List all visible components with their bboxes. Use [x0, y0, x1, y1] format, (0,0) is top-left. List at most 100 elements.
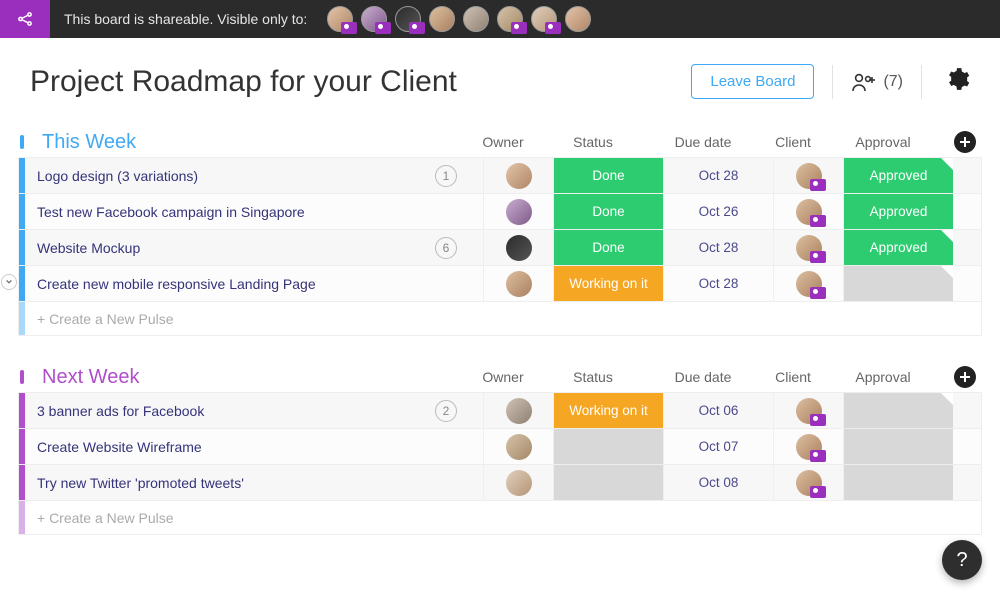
table-row[interactable]: Create new mobile responsive Landing Pag…	[19, 265, 981, 301]
approval-cell[interactable]: Approved	[843, 194, 953, 229]
new-pulse-row[interactable]: + Create a New Pulse	[19, 500, 981, 534]
task-name[interactable]: Website Mockup6	[25, 230, 483, 265]
new-pulse-row[interactable]: + Create a New Pulse	[19, 301, 981, 335]
status-cell[interactable]: Done	[553, 230, 663, 265]
table-row[interactable]: Website Mockup6 DoneOct 28 Approved	[19, 229, 981, 265]
owner-cell[interactable]	[483, 158, 553, 193]
owner-cell[interactable]	[483, 429, 553, 464]
leave-board-button[interactable]: Leave Board	[691, 64, 814, 99]
share-avatar[interactable]	[361, 6, 387, 32]
due-date-cell[interactable]: Oct 28	[663, 158, 773, 193]
help-button[interactable]: ?	[942, 540, 982, 580]
column-header-owner[interactable]: Owner	[468, 369, 538, 385]
share-avatar[interactable]	[565, 6, 591, 32]
due-date-cell[interactable]: Oct 26	[663, 194, 773, 229]
owner-cell[interactable]	[483, 465, 553, 500]
column-header-due[interactable]: Due date	[648, 369, 758, 385]
owner-cell[interactable]	[483, 194, 553, 229]
new-pulse-input[interactable]: + Create a New Pulse	[25, 302, 981, 335]
column-header-status[interactable]: Status	[538, 134, 648, 150]
client-avatar	[796, 235, 822, 261]
client-cell[interactable]	[773, 266, 843, 301]
due-date-cell[interactable]: Oct 06	[663, 393, 773, 428]
status-cell[interactable]	[553, 429, 663, 464]
column-header-approval[interactable]: Approval	[828, 134, 938, 150]
column-header-owner[interactable]: Owner	[468, 134, 538, 150]
column-header-due[interactable]: Due date	[648, 134, 758, 150]
settings-button[interactable]	[944, 66, 970, 97]
status-cell[interactable]: Working on it	[553, 393, 663, 428]
status-cell[interactable]: Done	[553, 194, 663, 229]
group: This WeekOwnerStatusDue dateClientApprov…	[18, 127, 982, 336]
approval-cell[interactable]	[843, 393, 953, 428]
due-date-cell[interactable]: Oct 28	[663, 230, 773, 265]
group-drag-handle[interactable]	[20, 135, 24, 149]
column-headers: OwnerStatusDue dateClientApproval	[468, 131, 982, 153]
column-header-approval[interactable]: Approval	[828, 369, 938, 385]
task-name[interactable]: Test new Facebook campaign in Singapore	[25, 194, 483, 229]
task-name[interactable]: Logo design (3 variations)1	[25, 158, 483, 193]
approval-cell[interactable]: Approved	[843, 158, 953, 193]
approval-cell[interactable]	[843, 465, 953, 500]
approval-cell[interactable]	[843, 266, 953, 301]
column-header-client[interactable]: Client	[758, 369, 828, 385]
add-column-button[interactable]	[954, 131, 976, 153]
owner-avatar	[506, 398, 532, 424]
invite-members-button[interactable]: (7)	[851, 71, 903, 93]
client-cell[interactable]	[773, 393, 843, 428]
approval-cell[interactable]	[843, 429, 953, 464]
table-row[interactable]: Create Website Wireframe Oct 07	[19, 428, 981, 464]
owner-cell[interactable]	[483, 393, 553, 428]
share-icon[interactable]	[0, 0, 50, 38]
share-avatar[interactable]	[497, 6, 523, 32]
task-name[interactable]: Try new Twitter 'promoted tweets'	[25, 465, 483, 500]
add-column-button[interactable]	[954, 366, 976, 388]
share-avatar[interactable]	[429, 6, 455, 32]
owner-avatar	[506, 470, 532, 496]
table-row[interactable]: 3 banner ads for Facebook2 Working on itO…	[19, 392, 981, 428]
task-name[interactable]: Create Website Wireframe	[25, 429, 483, 464]
group-title[interactable]: This Week	[42, 131, 136, 154]
collapse-toggle[interactable]	[1, 274, 17, 290]
column-header-client[interactable]: Client	[758, 134, 828, 150]
client-cell[interactable]	[773, 194, 843, 229]
group-rows: 3 banner ads for Facebook2Working on itO…	[18, 392, 982, 535]
client-avatar	[796, 398, 822, 424]
status-cell[interactable]: Done	[553, 158, 663, 193]
share-avatar[interactable]	[327, 6, 353, 32]
row-color-stripe	[19, 302, 25, 335]
owner-cell[interactable]	[483, 266, 553, 301]
table-row[interactable]: Logo design (3 variations)1 DoneOct 28 App…	[19, 157, 981, 193]
comment-count-badge[interactable]: 6	[435, 237, 457, 259]
share-avatar[interactable]	[463, 6, 489, 32]
approval-cell[interactable]: Approved	[843, 230, 953, 265]
comment-count-badge[interactable]: 1	[435, 165, 457, 187]
share-avatars	[319, 6, 591, 32]
owner-avatar	[506, 163, 532, 189]
new-pulse-input[interactable]: + Create a New Pulse	[25, 501, 981, 534]
client-cell[interactable]	[773, 230, 843, 265]
share-avatar[interactable]	[395, 6, 421, 32]
task-name[interactable]: Create new mobile responsive Landing Pag…	[25, 266, 483, 301]
share-avatar[interactable]	[531, 6, 557, 32]
column-header-status[interactable]: Status	[538, 369, 648, 385]
comment-count-badge[interactable]: 2	[435, 400, 457, 422]
due-date-cell[interactable]: Oct 08	[663, 465, 773, 500]
divider	[832, 65, 833, 99]
task-name[interactable]: 3 banner ads for Facebook2	[25, 393, 483, 428]
due-date-cell[interactable]: Oct 07	[663, 429, 773, 464]
client-cell[interactable]	[773, 429, 843, 464]
client-avatar	[796, 434, 822, 460]
group-title[interactable]: Next Week	[42, 366, 139, 389]
client-cell[interactable]	[773, 465, 843, 500]
client-cell[interactable]	[773, 158, 843, 193]
group-drag-handle[interactable]	[20, 370, 24, 384]
status-cell[interactable]: Working on it	[553, 266, 663, 301]
status-cell[interactable]	[553, 465, 663, 500]
board-header: Project Roadmap for your Client Leave Bo…	[0, 38, 1000, 99]
table-row[interactable]: Try new Twitter 'promoted tweets' Oct 08	[19, 464, 981, 500]
table-row[interactable]: Test new Facebook campaign in Singapore D…	[19, 193, 981, 229]
due-date-cell[interactable]: Oct 28	[663, 266, 773, 301]
client-avatar	[796, 271, 822, 297]
owner-cell[interactable]	[483, 230, 553, 265]
